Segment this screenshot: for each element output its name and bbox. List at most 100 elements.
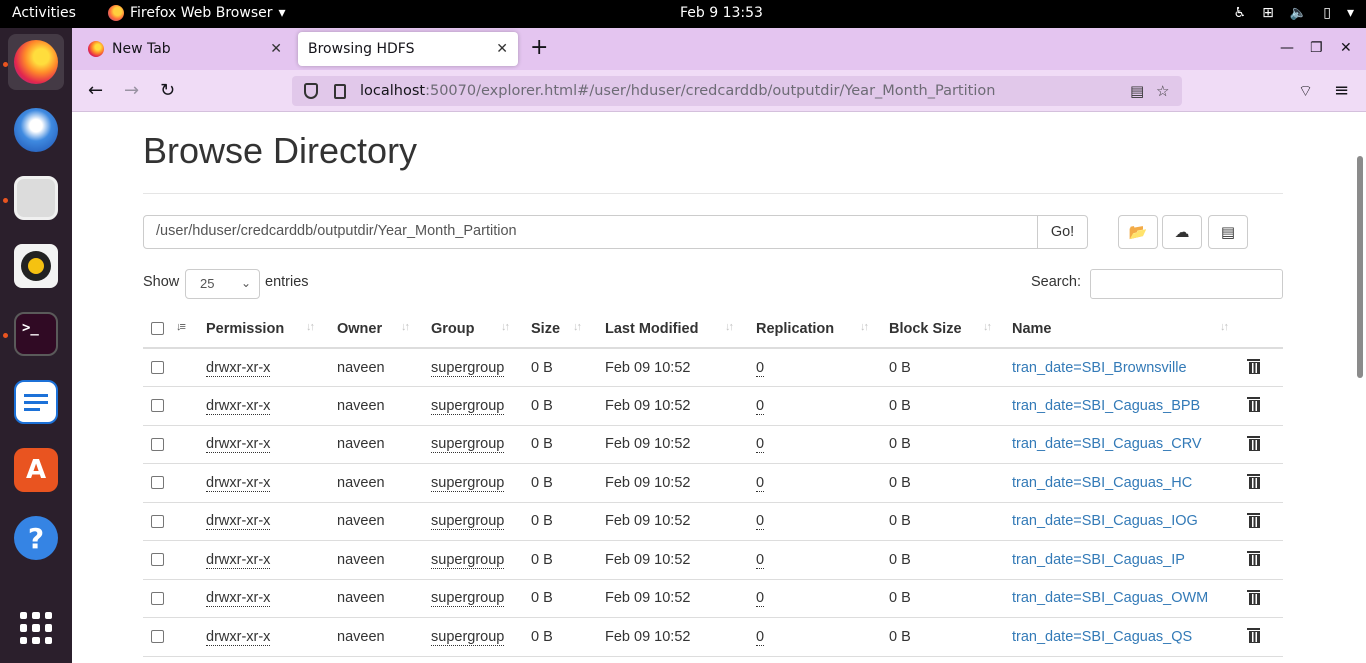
column-last-modified[interactable]: Last Modified ↓↑ (605, 310, 756, 349)
column-name[interactable]: Name ↓↑ (1012, 310, 1244, 349)
chevron-down-icon[interactable]: ▾ (1347, 4, 1354, 22)
group-value[interactable]: supergroup (431, 359, 505, 377)
replication-value[interactable]: 0 (756, 590, 765, 608)
directory-link[interactable]: tran_date=SBI_Caguas_CRV (1012, 436, 1202, 452)
trash-icon[interactable] (1247, 435, 1260, 451)
replication-value[interactable]: 0 (756, 397, 765, 415)
row-checkbox[interactable] (151, 591, 164, 605)
row-select-cell[interactable] (143, 540, 206, 580)
app-menu[interactable]: Firefox Web Browser ▾ (108, 5, 286, 21)
menu-icon[interactable]: ≡ (1334, 80, 1349, 102)
upload-button[interactable]: ☁ (1162, 215, 1202, 249)
replication-value[interactable]: 0 (756, 359, 765, 377)
trash-icon[interactable] (1247, 512, 1260, 528)
group-value[interactable]: supergroup (431, 474, 505, 492)
replication-value[interactable]: 0 (756, 436, 765, 454)
directory-link[interactable]: tran_date=SBI_Caguas_IP (1012, 552, 1185, 568)
row-checkbox[interactable] (151, 437, 164, 451)
trash-icon[interactable] (1247, 628, 1260, 644)
directory-path-input[interactable]: /user/hduser/credcarddb/outputdir/Year_M… (143, 215, 1038, 249)
trash-icon[interactable] (1247, 551, 1260, 567)
forward-button[interactable]: → (124, 80, 139, 102)
column-replication[interactable]: Replication ↓↑ (756, 310, 889, 349)
row-checkbox[interactable] (151, 476, 164, 490)
system-tray[interactable]: ♿ ⊞ 🔈 ▯ ▾ (1234, 4, 1354, 22)
volume-icon[interactable]: 🔈 (1290, 4, 1307, 22)
battery-icon[interactable]: ▯ (1323, 4, 1331, 22)
maximize-button[interactable]: ❐ (1310, 40, 1323, 56)
dock-rhythmbox[interactable] (8, 238, 64, 294)
row-select-cell[interactable] (143, 617, 206, 657)
dock-thunderbird[interactable] (8, 102, 64, 158)
permission-value[interactable]: drwxr-xr-x (206, 590, 271, 608)
directory-link[interactable]: tran_date=SBI_Caguas_IOG (1012, 513, 1198, 529)
scrollbar-thumb[interactable] (1357, 156, 1363, 378)
replication-value[interactable]: 0 (756, 628, 765, 646)
row-checkbox[interactable] (151, 553, 164, 567)
directory-link[interactable]: tran_date=SBI_Brownsville (1012, 360, 1187, 376)
create-directory-button[interactable]: 📂 (1118, 215, 1158, 249)
permission-value[interactable]: drwxr-xr-x (206, 359, 271, 377)
row-select-cell[interactable] (143, 463, 206, 503)
directory-link[interactable]: tran_date=SBI_Caguas_QS (1012, 629, 1192, 645)
row-checkbox[interactable] (151, 630, 164, 644)
column-permission[interactable]: Permission ↓↑ (206, 310, 337, 349)
replication-value[interactable]: 0 (756, 474, 765, 492)
network-icon[interactable]: ⊞ (1262, 4, 1274, 22)
dock-files[interactable] (8, 170, 64, 226)
search-input[interactable] (1090, 269, 1283, 299)
tab-new-tab[interactable]: New Tab ✕ (78, 32, 292, 66)
row-checkbox[interactable] (151, 514, 164, 528)
column-owner[interactable]: Owner ↓↑ (337, 310, 431, 349)
row-select-cell[interactable] (143, 502, 206, 541)
close-tab-icon[interactable]: ✕ (496, 41, 508, 57)
directory-link[interactable]: tran_date=SBI_Caguas_HC (1012, 475, 1192, 491)
sort-icon[interactable]: ↓≡ (176, 321, 186, 333)
column-block-size[interactable]: Block Size ↓↑ (889, 310, 1012, 349)
clock[interactable]: Feb 9 13:53 (680, 5, 763, 21)
replication-value[interactable]: 0 (756, 513, 765, 531)
trash-icon[interactable] (1247, 589, 1260, 605)
trash-icon[interactable] (1247, 474, 1260, 490)
go-button[interactable]: Go! (1037, 215, 1088, 249)
activities-button[interactable]: Activities (12, 5, 76, 21)
permission-value[interactable]: drwxr-xr-x (206, 628, 271, 646)
select-all-checkbox[interactable] (151, 322, 164, 336)
dock-firefox[interactable] (8, 34, 64, 90)
close-window-button[interactable]: ✕ (1340, 40, 1352, 56)
dock-help[interactable]: ? (8, 510, 64, 566)
shield-icon[interactable] (304, 83, 318, 99)
replication-value[interactable]: 0 (756, 551, 765, 569)
entries-select[interactable]: 25 ⌄ (185, 269, 260, 299)
row-checkbox[interactable] (151, 399, 164, 413)
pocket-icon[interactable]: ⌔ (1298, 80, 1313, 102)
permission-value[interactable]: drwxr-xr-x (206, 436, 271, 454)
back-button[interactable]: ← (88, 80, 103, 102)
page-scrollbar[interactable] (1354, 112, 1366, 663)
url-bar[interactable]: localhost:50070/explorer.html#/user/hdus… (292, 76, 1182, 106)
row-select-cell[interactable] (143, 425, 206, 464)
page-info-icon[interactable] (334, 83, 346, 99)
column-size[interactable]: Size ↓↑ (531, 310, 605, 349)
dock-software[interactable]: A (8, 442, 64, 498)
tab-browsing-hdfs[interactable]: Browsing HDFS ✕ (298, 32, 518, 66)
column-group[interactable]: Group ↓↑ (431, 310, 531, 349)
reader-view-icon[interactable]: ▤ (1130, 82, 1144, 100)
cut-paste-button[interactable]: ▤ (1208, 215, 1248, 249)
group-value[interactable]: supergroup (431, 590, 505, 608)
group-value[interactable]: supergroup (431, 436, 505, 454)
directory-link[interactable]: tran_date=SBI_Caguas_BPB (1012, 398, 1200, 414)
accessibility-icon[interactable]: ♿ (1234, 4, 1247, 22)
group-value[interactable]: supergroup (431, 397, 505, 415)
minimize-button[interactable]: — (1280, 40, 1294, 56)
show-apps-button[interactable] (8, 600, 64, 656)
row-select-cell[interactable] (143, 348, 206, 387)
group-value[interactable]: supergroup (431, 551, 505, 569)
permission-value[interactable]: drwxr-xr-x (206, 551, 271, 569)
row-select-cell[interactable] (143, 579, 206, 618)
directory-link[interactable]: tran_date=SBI_Caguas_OWM (1012, 590, 1208, 606)
permission-value[interactable]: drwxr-xr-x (206, 397, 271, 415)
bookmark-star-icon[interactable]: ☆ (1156, 82, 1169, 100)
trash-icon[interactable] (1247, 359, 1260, 374)
new-tab-button[interactable]: + (530, 36, 548, 60)
